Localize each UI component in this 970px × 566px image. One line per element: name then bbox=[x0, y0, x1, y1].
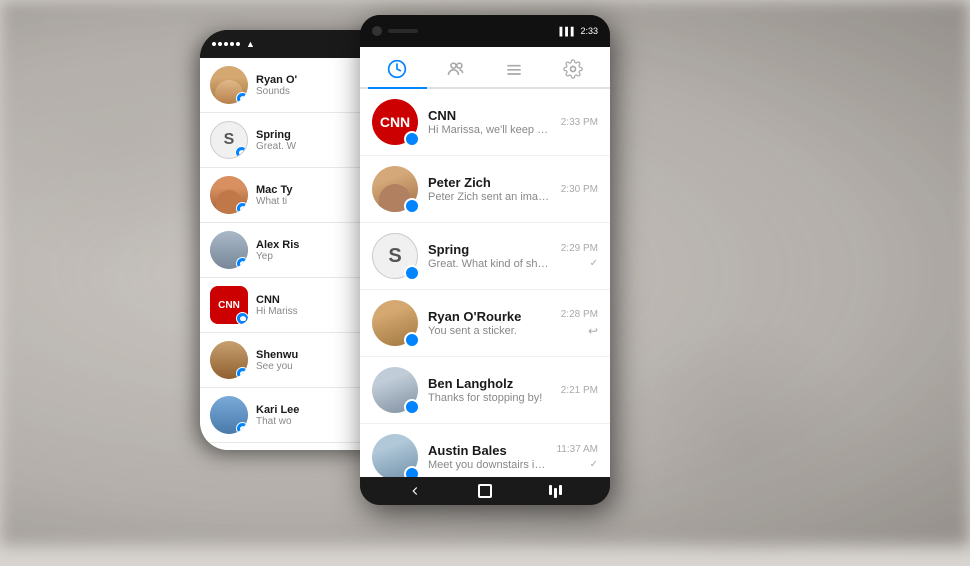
back-button[interactable] bbox=[408, 484, 422, 498]
avatar bbox=[210, 341, 248, 379]
read-receipt: ↩ bbox=[588, 324, 598, 338]
tab-recent[interactable] bbox=[368, 47, 427, 87]
signal-icon: ▌▌▌ bbox=[559, 27, 576, 36]
message-time: 11:37 AM bbox=[556, 444, 598, 455]
list-item[interactable]: S Spring Great. What kind of shoes? 2:29… bbox=[360, 223, 610, 290]
android-bottom-bar bbox=[360, 477, 610, 505]
avatar: CNN bbox=[210, 286, 248, 324]
messenger-badge bbox=[236, 92, 248, 104]
android-screen: CNN CNN Hi Marissa, we'll keep you up...… bbox=[360, 47, 610, 477]
avatar bbox=[372, 166, 418, 212]
messenger-badge bbox=[404, 399, 420, 415]
message-time: 2:21 PM bbox=[561, 385, 598, 396]
messenger-badge bbox=[404, 265, 420, 281]
message-preview: Hi Marissa, we'll keep you up... bbox=[428, 124, 551, 136]
avatar bbox=[210, 66, 248, 104]
signal-dots bbox=[212, 42, 240, 46]
messenger-badge bbox=[236, 367, 248, 379]
message-preview: You sent a sticker. bbox=[428, 325, 551, 337]
message-preview: Peter Zich sent an image. bbox=[428, 191, 551, 203]
contact-name: Ben Langholz bbox=[428, 376, 551, 391]
list-item[interactable]: Ryan O'Rourke You sent a sticker. 2:28 P… bbox=[360, 290, 610, 357]
messenger-badge bbox=[236, 312, 248, 324]
tab-people[interactable] bbox=[427, 47, 486, 87]
messenger-badge bbox=[404, 131, 420, 147]
speaker bbox=[388, 29, 418, 33]
tab-settings[interactable] bbox=[544, 47, 603, 87]
avatar: S bbox=[210, 121, 248, 159]
contact-name: Austin Bales bbox=[428, 443, 546, 458]
home-button[interactable] bbox=[478, 484, 492, 498]
avatar bbox=[372, 300, 418, 346]
message-meta: 2:21 PM bbox=[561, 385, 598, 396]
contact-name: Spring bbox=[428, 242, 551, 257]
message-time: 2:29 PM bbox=[561, 243, 598, 254]
tab-list[interactable] bbox=[485, 47, 544, 87]
list-item[interactable]: Ben Langholz Thanks for stopping by! 2:2… bbox=[360, 357, 610, 424]
nav-tabs bbox=[360, 47, 610, 89]
android-conversation-list: CNN CNN Hi Marissa, we'll keep you up...… bbox=[360, 89, 610, 477]
messenger-badge bbox=[236, 422, 248, 434]
messenger-badge bbox=[236, 257, 248, 269]
avatar: CNN bbox=[372, 99, 418, 145]
list-item[interactable]: Austin Bales Meet you downstairs in 15 m… bbox=[360, 424, 610, 477]
settings-icon bbox=[563, 59, 583, 79]
messenger-badge bbox=[236, 202, 248, 214]
messenger-badge bbox=[404, 332, 420, 348]
front-camera bbox=[372, 26, 382, 36]
messenger-badge bbox=[404, 466, 420, 477]
avatar bbox=[372, 367, 418, 413]
list-icon bbox=[504, 59, 524, 79]
avatar bbox=[372, 434, 418, 477]
message-meta: 2:33 PM bbox=[561, 117, 598, 128]
scene: ▲ Ryan O' Sounds bbox=[0, 0, 970, 546]
contact-info: Ben Langholz Thanks for stopping by! bbox=[428, 376, 551, 404]
message-preview: Meet you downstairs in 15 mi... bbox=[428, 459, 546, 471]
people-icon bbox=[446, 59, 466, 79]
contact-info: Spring Great. What kind of shoes? bbox=[428, 242, 551, 270]
read-receipt: ✓ bbox=[590, 258, 598, 269]
message-meta: 2:28 PM ↩ bbox=[561, 309, 598, 338]
recents-button[interactable] bbox=[549, 485, 562, 498]
messenger-badge bbox=[404, 198, 420, 214]
contact-name: CNN bbox=[428, 108, 551, 123]
contact-name: Peter Zich bbox=[428, 175, 551, 190]
android-camera-area bbox=[372, 26, 418, 36]
messenger-badge bbox=[235, 146, 248, 159]
contact-info: Austin Bales Meet you downstairs in 15 m… bbox=[428, 443, 546, 471]
wifi-icon: ▲ bbox=[246, 39, 255, 49]
android-device: ▌▌▌ 2:33 bbox=[360, 15, 610, 505]
avatar-letter: S bbox=[224, 131, 235, 149]
message-meta: 2:29 PM ✓ bbox=[561, 243, 598, 269]
avatar bbox=[210, 231, 248, 269]
list-item[interactable]: Peter Zich Peter Zich sent an image. 2:3… bbox=[360, 156, 610, 223]
message-meta: 11:37 AM ✓ bbox=[556, 444, 598, 470]
android-status-bar: ▌▌▌ 2:33 bbox=[559, 26, 598, 36]
message-time: 2:33 PM bbox=[561, 117, 598, 128]
read-receipt: ✓ bbox=[590, 459, 598, 470]
contact-info: Peter Zich Peter Zich sent an image. bbox=[428, 175, 551, 203]
message-preview: Great. What kind of shoes? bbox=[428, 258, 551, 270]
avatar bbox=[210, 396, 248, 434]
clock-icon bbox=[387, 59, 407, 79]
contact-info: CNN Hi Marissa, we'll keep you up... bbox=[428, 108, 551, 136]
list-item[interactable]: CNN CNN Hi Marissa, we'll keep you up...… bbox=[360, 89, 610, 156]
message-time: 2:28 PM bbox=[561, 309, 598, 320]
contact-name: Ryan O'Rourke bbox=[428, 309, 551, 324]
time-display: 2:33 bbox=[580, 26, 598, 36]
android-top-bar: ▌▌▌ 2:33 bbox=[360, 15, 610, 47]
contact-info: Ryan O'Rourke You sent a sticker. bbox=[428, 309, 551, 337]
message-preview: Thanks for stopping by! bbox=[428, 392, 551, 404]
message-time: 2:30 PM bbox=[561, 184, 598, 195]
avatar bbox=[210, 176, 248, 214]
message-meta: 2:30 PM bbox=[561, 184, 598, 195]
avatar: S bbox=[372, 233, 418, 279]
